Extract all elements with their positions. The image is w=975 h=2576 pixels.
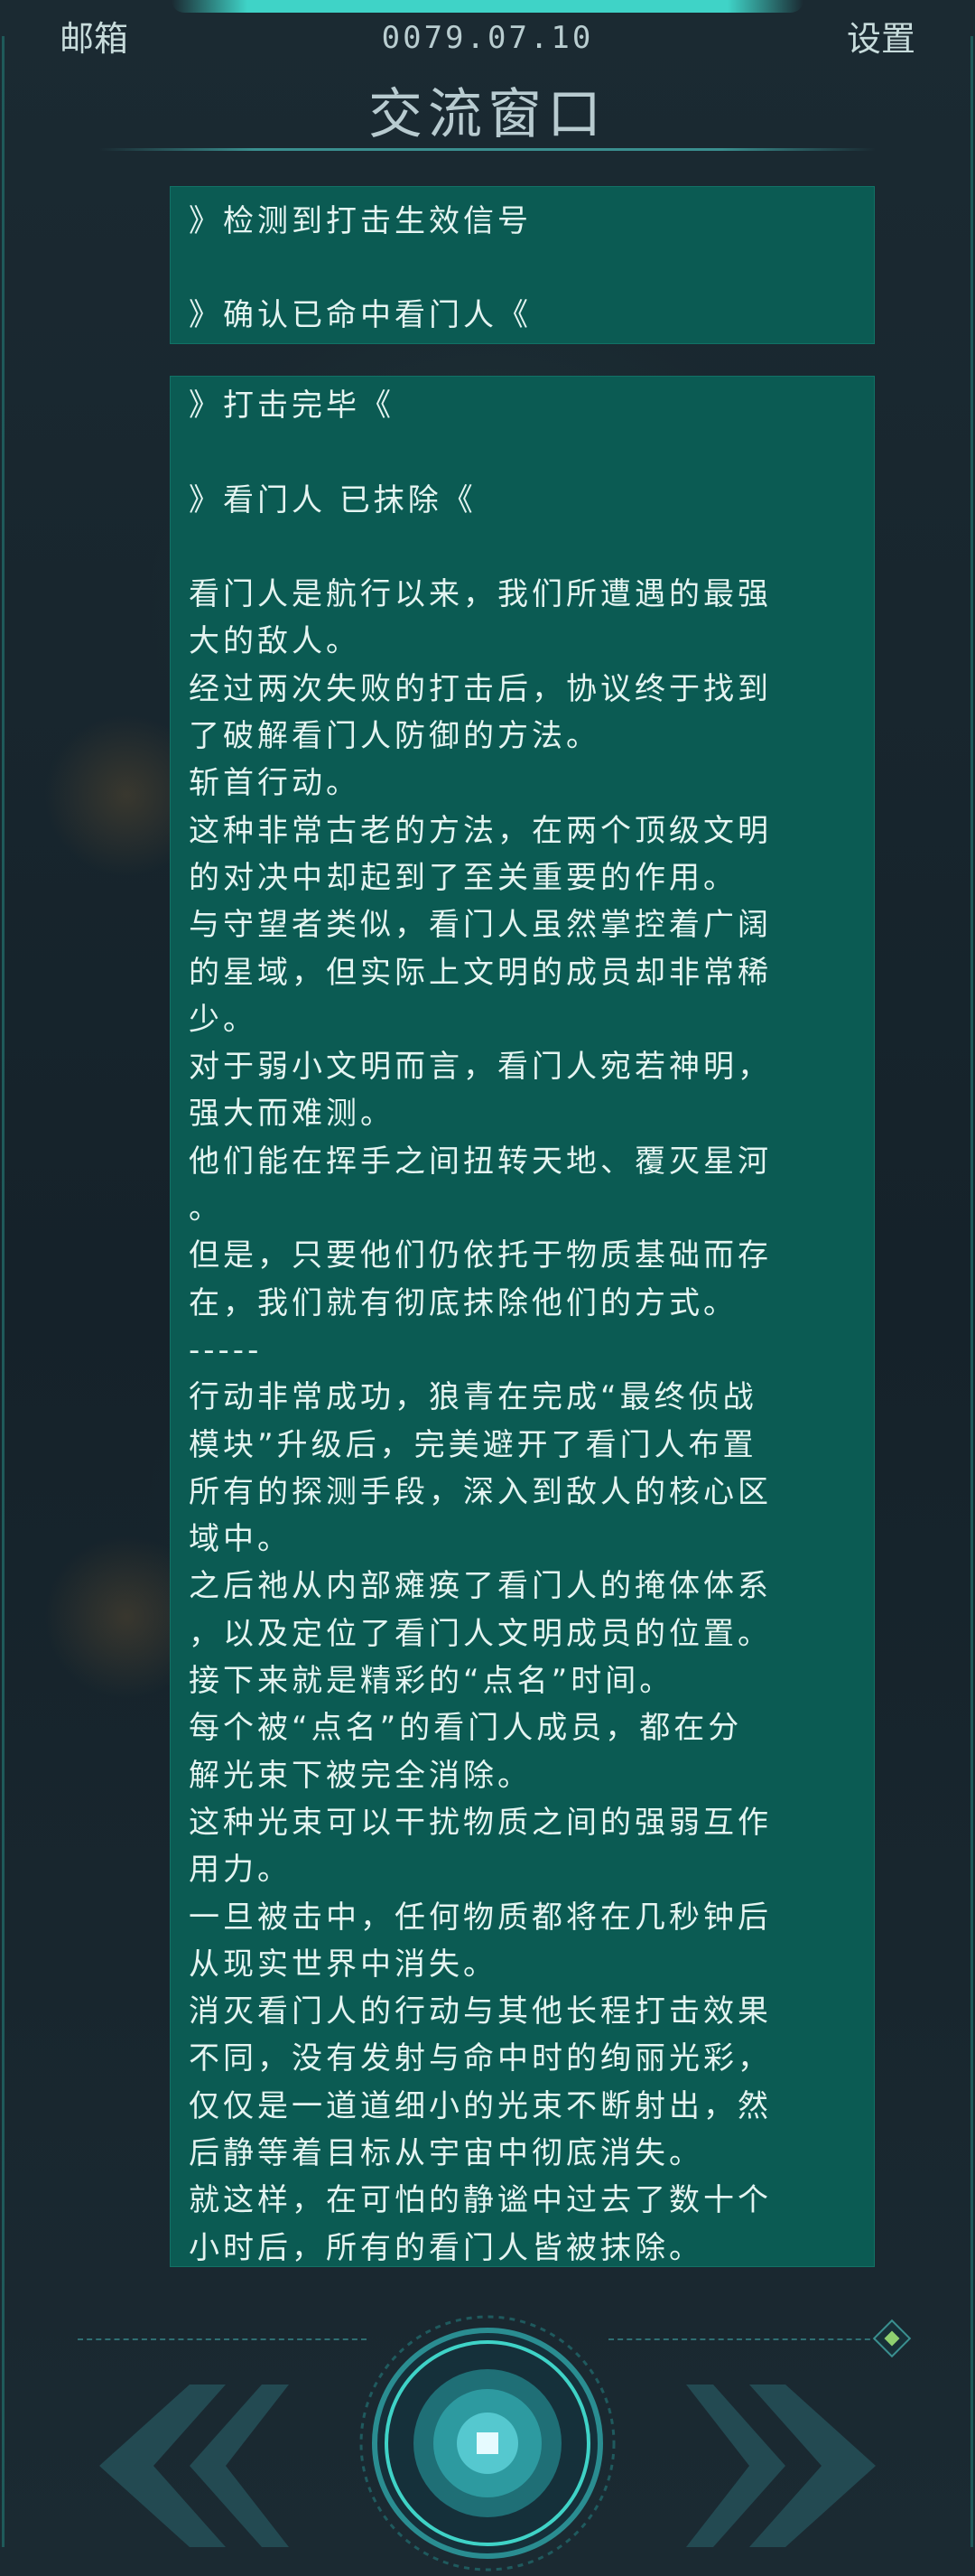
message-line: 少。 xyxy=(189,1001,257,1038)
message-box-2[interactable]: 》打击完毕《》看门人 已抹除《看门人是航行以来，我们所遭遇的最强 大的敌人。经过两… xyxy=(170,376,875,2267)
message-line: 》检测到打击生效信号 xyxy=(189,203,532,239)
page-title: 交流窗口 xyxy=(368,83,607,146)
message-line: 的星域，但实际上文明的成员却非常稀 xyxy=(189,954,772,991)
message-line: 这种光束可以干扰物质之间的强弱互作 xyxy=(189,1804,772,1841)
message-line: 但是，只要他们仍依托于物质基础而存 xyxy=(189,1237,772,1274)
top-bar: 邮箱 0079.07.10 设置 xyxy=(0,0,975,72)
double-chevron-left-icon[interactable] xyxy=(90,2375,289,2556)
message-line: 之后祂从内部瘫痪了看门人的掩体体系 xyxy=(189,1568,772,1605)
right-frame-line xyxy=(970,36,973,2547)
message-line: 》看门人 已抹除《 xyxy=(189,481,477,518)
message-line: 强大而难测。 xyxy=(189,1096,395,1133)
message-line: 的对决中却起到了至关重要的作用。 xyxy=(189,859,738,896)
message-line: 经过两次失败的打击后，协议终于找到 xyxy=(189,670,772,707)
message-line: ，以及定位了看门人文明成员的位置。 xyxy=(189,1615,772,1652)
message-line: 从现实世界中消失。 xyxy=(189,1946,497,1983)
message-line: 模块”升级后，完美避开了看门人布置 xyxy=(189,1426,757,1463)
diamond-indicator-icon xyxy=(872,2319,912,2358)
message-line: 在，我们就有彻底抹除他们的方式。 xyxy=(189,1284,738,1321)
date-display: 0079.07.10 xyxy=(381,20,594,56)
record-button-icon[interactable] xyxy=(357,2312,618,2574)
title-divider xyxy=(99,148,876,151)
message-line: 就这样，在可怕的静谧中过去了数十个 xyxy=(189,2182,772,2219)
message-line: 这种非常古老的方法，在两个顶级文明 xyxy=(189,812,772,849)
left-frame-line xyxy=(2,36,5,2547)
message-line: 与守望者类似，看门人虽然掌控着广阔 xyxy=(189,907,772,944)
message-line: 。 xyxy=(189,1190,223,1227)
message-line: 对于弱小文明而言，看门人宛若神明， xyxy=(189,1049,772,1086)
message-line: ----- xyxy=(189,1331,263,1368)
message-box-1[interactable]: 》检测到打击生效信号 》确认已命中看门人《 xyxy=(170,186,875,344)
message-line: 行动非常成功，狼青在完成“最终侦战 xyxy=(189,1379,757,1416)
message-line: 后静等着目标从宇宙中彻底消失。 xyxy=(189,2134,703,2171)
message-line: 消灭看门人的行动与其他长程打击效果 xyxy=(189,1993,772,2030)
message-line: 小时后，所有的看门人皆被抹除。 xyxy=(189,2229,703,2266)
message-line: 域中。 xyxy=(189,1521,292,1558)
message-line: 接下来就是精彩的“点名”时间。 xyxy=(189,1663,674,1700)
dashed-divider-left xyxy=(78,2338,367,2340)
settings-button[interactable]: 设置 xyxy=(847,11,915,61)
bottom-controls xyxy=(0,2294,975,2576)
message-line: 看门人是航行以来，我们所遭遇的最强 xyxy=(189,576,772,613)
dashed-divider-right xyxy=(608,2338,879,2340)
message-line: 解光束下被完全消除。 xyxy=(189,1757,532,1794)
message-line: 仅仅是一道道细小的光束不断射出，然 xyxy=(189,2087,772,2124)
message-line xyxy=(189,245,856,292)
message-line: 所有的探测手段，深入到敌人的核心区 xyxy=(189,1473,772,1510)
message-line: 用力。 xyxy=(189,1852,292,1889)
message-line: 每个被“点名”的看门人成员，都在分 xyxy=(189,1710,743,1747)
message-line: 不同，没有发射与命中时的绚丽光彩， xyxy=(189,2040,772,2077)
message-line: 他们能在挥手之间扭转天地、覆灭星河 xyxy=(189,1143,772,1180)
message-line xyxy=(189,429,856,476)
message-line: 了破解看门人防御的方法。 xyxy=(189,718,600,755)
message-line: 一旦被击中，任何物质都将在几秒钟后 xyxy=(189,1899,772,1936)
message-line: 大的敌人。 xyxy=(189,623,360,660)
message-line xyxy=(189,524,856,571)
double-chevron-right-icon[interactable] xyxy=(686,2375,885,2556)
message-line: 斩首行动。 xyxy=(189,765,360,802)
message-line: 》确认已命中看门人《 xyxy=(189,297,532,333)
message-line: 》打击完毕《 xyxy=(189,387,395,424)
